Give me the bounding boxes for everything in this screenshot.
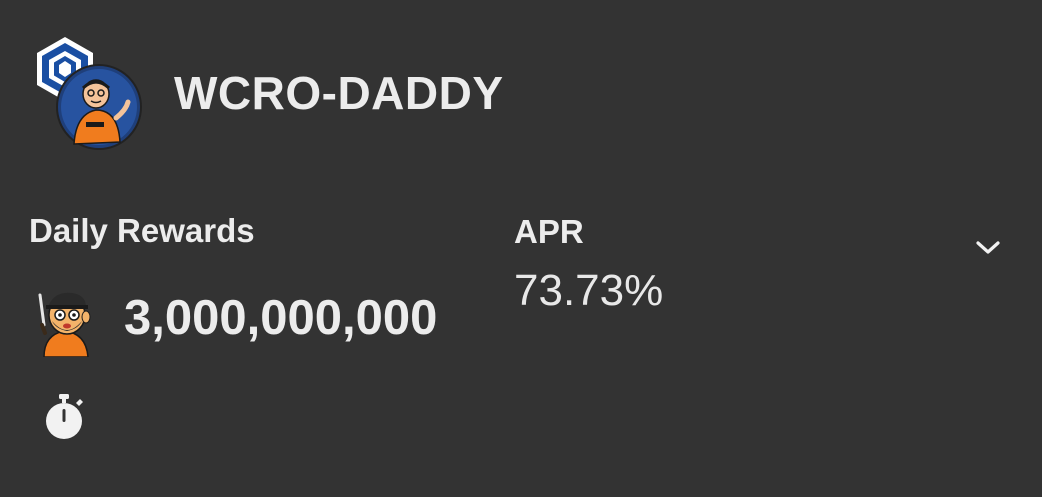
daddy-token-icon — [56, 64, 142, 150]
farm-pool-card: WCRO-DADDY Daily Rewards 3,000,000,000 A… — [0, 0, 1042, 497]
chevron-down-icon — [976, 241, 1000, 254]
pool-title: WCRO-DADDY — [174, 67, 504, 119]
apr-value: 73.73% — [514, 266, 664, 315]
daddy-mascot-icon — [38, 292, 91, 357]
expand-toggle-button[interactable] — [968, 228, 1008, 268]
daily-rewards-amount: 3,000,000,000 — [124, 291, 438, 345]
pair-icons — [30, 34, 145, 150]
stopwatch-icon[interactable] — [42, 393, 86, 441]
daily-rewards-label: Daily Rewards — [29, 212, 255, 249]
apr-label: APR — [514, 213, 584, 250]
